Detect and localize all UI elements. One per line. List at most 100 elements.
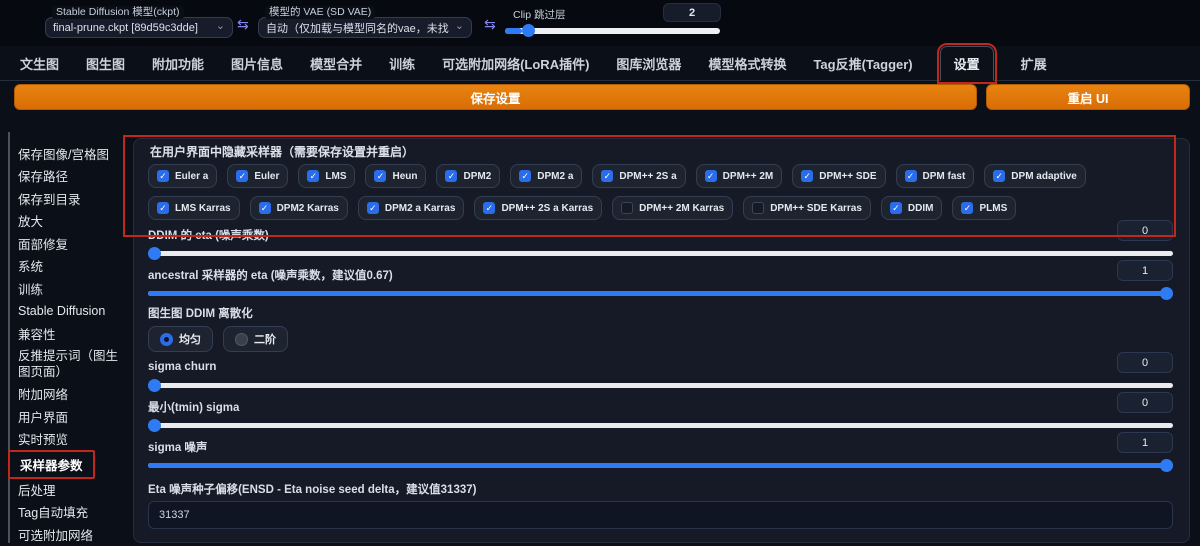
slider-handle[interactable] <box>1160 287 1173 300</box>
number-input[interactable]: 0 <box>1117 392 1173 413</box>
checkbox-checked[interactable]: ✓ <box>889 202 902 214</box>
save-settings-button[interactable]: 保存设置 <box>14 84 977 110</box>
sidebar-item[interactable]: 附加网络 <box>18 383 124 406</box>
sampler-checkbox-pill[interactable]: ✓ Euler a <box>148 164 218 188</box>
slider-handle[interactable] <box>148 379 161 392</box>
refresh-vae-icon[interactable]: ⇆ <box>484 17 496 31</box>
sampler-checkbox-pill[interactable]: ✓ Heun <box>365 164 427 188</box>
number-input[interactable]: 1 <box>1117 260 1173 281</box>
checkbox-checked[interactable]: ✓ <box>704 170 717 182</box>
sampler-checkbox-pill[interactable]: ✓ DPM++ 2S a <box>592 164 686 188</box>
sampler-checkbox-pill[interactable]: ✓ DPM2 a Karras <box>357 196 465 220</box>
sidebar-item[interactable]: 可选附加网络 <box>18 523 124 546</box>
checkbox-checked[interactable]: ✓ <box>801 170 814 182</box>
slider[interactable] <box>148 459 1173 472</box>
sidebar-item[interactable]: 后处理 <box>18 478 124 501</box>
sampler-checkbox-pill[interactable]: ✓ DPM++ SDE <box>792 164 886 188</box>
checkbox-unchecked[interactable] <box>752 202 765 214</box>
sampler-checkbox-pill[interactable]: ✓ LMS Karras <box>148 196 240 220</box>
checkbox-checked[interactable]: ✓ <box>601 170 614 182</box>
sampler-checkbox-pill[interactable]: DPM++ 2M Karras <box>612 196 734 220</box>
sidebar-item[interactable]: 面部修复 <box>18 232 124 255</box>
tab[interactable]: 图生图 <box>86 54 125 73</box>
checkbox-checked[interactable]: ✓ <box>483 202 496 214</box>
slider-handle[interactable] <box>148 419 161 432</box>
slider-handle[interactable] <box>148 247 161 260</box>
ensd-text-input[interactable]: 31337 <box>148 501 1173 529</box>
sidebar-item[interactable]: 用户界面 <box>18 405 124 428</box>
tab[interactable]: 训练 <box>389 54 415 73</box>
sampler-checkbox-pill[interactable]: ✓ DPM++ 2S a Karras <box>474 196 603 220</box>
checkbox-unchecked[interactable] <box>621 202 634 214</box>
radio-option-pill[interactable]: 二阶 <box>223 326 288 352</box>
scrollbar[interactable] <box>8 132 10 543</box>
checkbox-checked[interactable]: ✓ <box>519 170 532 182</box>
checkbox-checked[interactable]: ✓ <box>307 170 320 182</box>
sidebar-item[interactable]: 系统 <box>18 255 124 278</box>
slider-handle[interactable] <box>522 24 535 37</box>
sampler-checkbox-pill[interactable]: ✓ DPM adaptive <box>984 164 1086 188</box>
tab[interactable]: 图库浏览器 <box>616 54 681 73</box>
tab[interactable]: 模型合并 <box>310 54 362 73</box>
radio-selected[interactable] <box>160 332 173 346</box>
radio-option-pill[interactable]: 均匀 <box>148 326 213 352</box>
checkbox-checked[interactable]: ✓ <box>445 170 458 182</box>
number-input[interactable]: 0 <box>1117 220 1173 241</box>
checkbox-checked[interactable]: ✓ <box>961 202 974 214</box>
sidebar-item[interactable]: 保存路径 <box>18 165 124 188</box>
sampler-checkbox-pill[interactable]: ✓ DPM2 a <box>510 164 583 188</box>
radio-unselected[interactable] <box>235 332 248 346</box>
tab[interactable]: Tag反推(Tagger) <box>813 54 912 73</box>
model-select-value: final-prune.ckpt [89d59c3dde] <box>53 21 198 34</box>
sidebar-item[interactable]: Tag自动填充 <box>18 501 124 524</box>
number-input[interactable]: 0 <box>1117 352 1173 373</box>
sidebar-item[interactable]: 反推提示词（图生图页面） <box>18 345 124 383</box>
clip-skip-number-input[interactable]: 2 <box>663 3 721 22</box>
sidebar-item[interactable]: 保存图像/宫格图 <box>18 142 124 165</box>
checkbox-checked[interactable]: ✓ <box>157 170 169 182</box>
tab[interactable]: 附加功能 <box>152 54 204 73</box>
sidebar-item[interactable]: 实时预览 <box>18 428 124 451</box>
sampler-checkbox-pill[interactable]: ✓ DPM++ 2M <box>695 164 783 188</box>
checkbox-checked[interactable]: ✓ <box>157 202 169 214</box>
clip-skip-label: Clip 跳过层 <box>513 9 566 21</box>
tab[interactable]: 扩展 <box>1021 54 1047 73</box>
checkbox-checked[interactable]: ✓ <box>993 170 1006 182</box>
checkbox-checked[interactable]: ✓ <box>374 170 387 182</box>
slider[interactable] <box>148 379 1173 392</box>
checkbox-checked[interactable]: ✓ <box>258 202 271 214</box>
sampler-checkbox-pill[interactable]: ✓ PLMS <box>952 196 1017 220</box>
sidebar-item[interactable]: 兼容性 <box>18 322 124 345</box>
refresh-model-icon[interactable]: ⇆ <box>237 17 249 31</box>
vae-select[interactable]: 自动（仅加载与模型同名的vae，未找到时不加 ⌄ <box>258 17 472 38</box>
model-select[interactable]: final-prune.ckpt [89d59c3dde] ⌄ <box>45 17 233 38</box>
sampler-checkbox-pill[interactable]: ✓ LMS <box>298 164 356 188</box>
slider[interactable] <box>148 287 1173 300</box>
sidebar-item[interactable]: 采样器参数 <box>8 449 124 479</box>
slider[interactable] <box>148 247 1173 260</box>
sampler-checkbox-pill[interactable]: ✓ DPM2 <box>436 164 501 188</box>
sampler-checkbox-pill[interactable]: ✓ DPM fast <box>895 164 975 188</box>
checkbox-checked[interactable]: ✓ <box>236 170 249 182</box>
checkbox-checked[interactable]: ✓ <box>366 202 379 214</box>
tab[interactable]: 可选附加网络(LoRA插件) <box>442 54 589 73</box>
tab[interactable]: 模型格式转换 <box>708 54 786 73</box>
sampler-checkbox-pill[interactable]: DPM++ SDE Karras <box>743 196 871 220</box>
number-input[interactable]: 1 <box>1117 432 1173 453</box>
tab-settings-selected[interactable]: 设置 <box>936 43 997 84</box>
sampler-checkbox-pill[interactable]: ✓ DDIM <box>880 196 943 220</box>
slider-handle[interactable] <box>1160 459 1173 472</box>
sidebar-item[interactable]: Stable Diffusion <box>18 300 124 323</box>
sidebar-item[interactable]: 放大 <box>18 210 124 233</box>
sampler-checkbox-pill[interactable]: ✓ Euler <box>227 164 289 188</box>
checkbox-checked[interactable]: ✓ <box>904 170 917 182</box>
sampler-checkbox-pill[interactable]: ✓ DPM2 Karras <box>249 196 348 220</box>
sidebar-item-active-redbox: 采样器参数 <box>8 449 95 479</box>
tab[interactable]: 图片信息 <box>231 54 283 73</box>
sidebar-item[interactable]: 保存到目录 <box>18 187 124 210</box>
restart-ui-button[interactable]: 重启 UI <box>986 84 1190 110</box>
clip-skip-slider[interactable] <box>505 24 720 37</box>
slider[interactable] <box>148 419 1173 432</box>
tab[interactable]: 文生图 <box>20 54 59 73</box>
sidebar-item[interactable]: 训练 <box>18 277 124 300</box>
